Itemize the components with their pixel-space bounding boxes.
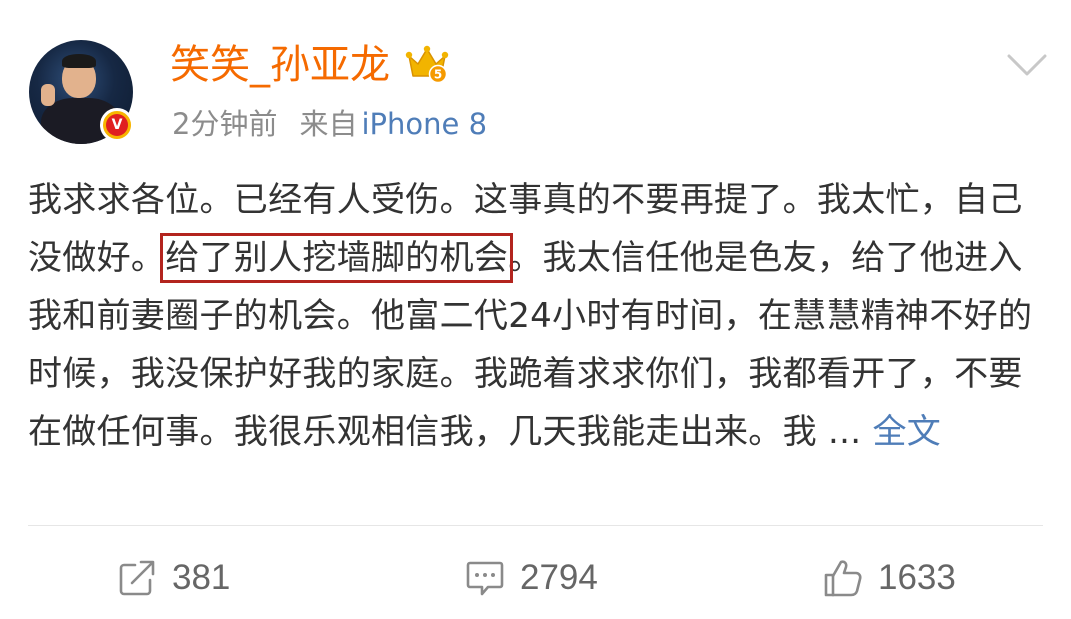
author-name[interactable]: 笑笑_孙亚龙 [170,40,390,90]
verified-v-icon: V [100,108,134,142]
highlighted-phrase: 给了别人挖墙脚的机会 [160,233,514,283]
divider [28,525,1043,526]
source-device-link[interactable]: iPhone 8 [361,107,487,141]
vip-level: 5 [434,68,442,82]
repost-count: 381 [172,558,231,597]
crown-icon: 5 [405,45,449,84]
share-arrow-icon [119,560,155,596]
avatar-thumb-shape [41,84,55,106]
source-prefix: 来自 [299,107,358,141]
like-count: 1633 [878,558,956,597]
post-time: 2分钟前 [172,107,278,141]
post-meta: 2分钟前 来自 iPhone 8 [172,104,487,144]
avatar-hair-shape [62,54,96,68]
post-body: 我求求各位。已经有人受伤。这事真的不要再提了。我太忙，自己没做好。给了别人挖墙脚… [28,171,1038,461]
chevron-down-icon[interactable] [1005,50,1049,80]
like-button[interactable]: 1633 [822,550,956,606]
thumbs-up-icon [824,560,862,597]
comment-count: 2794 [520,558,598,597]
repost-button[interactable]: 381 [116,550,230,606]
verified-mark: V [106,114,128,136]
full-text-link[interactable]: 全文 [872,412,941,452]
comment-button[interactable]: 2794 [464,550,598,606]
comment-bubble-icon [466,561,504,596]
